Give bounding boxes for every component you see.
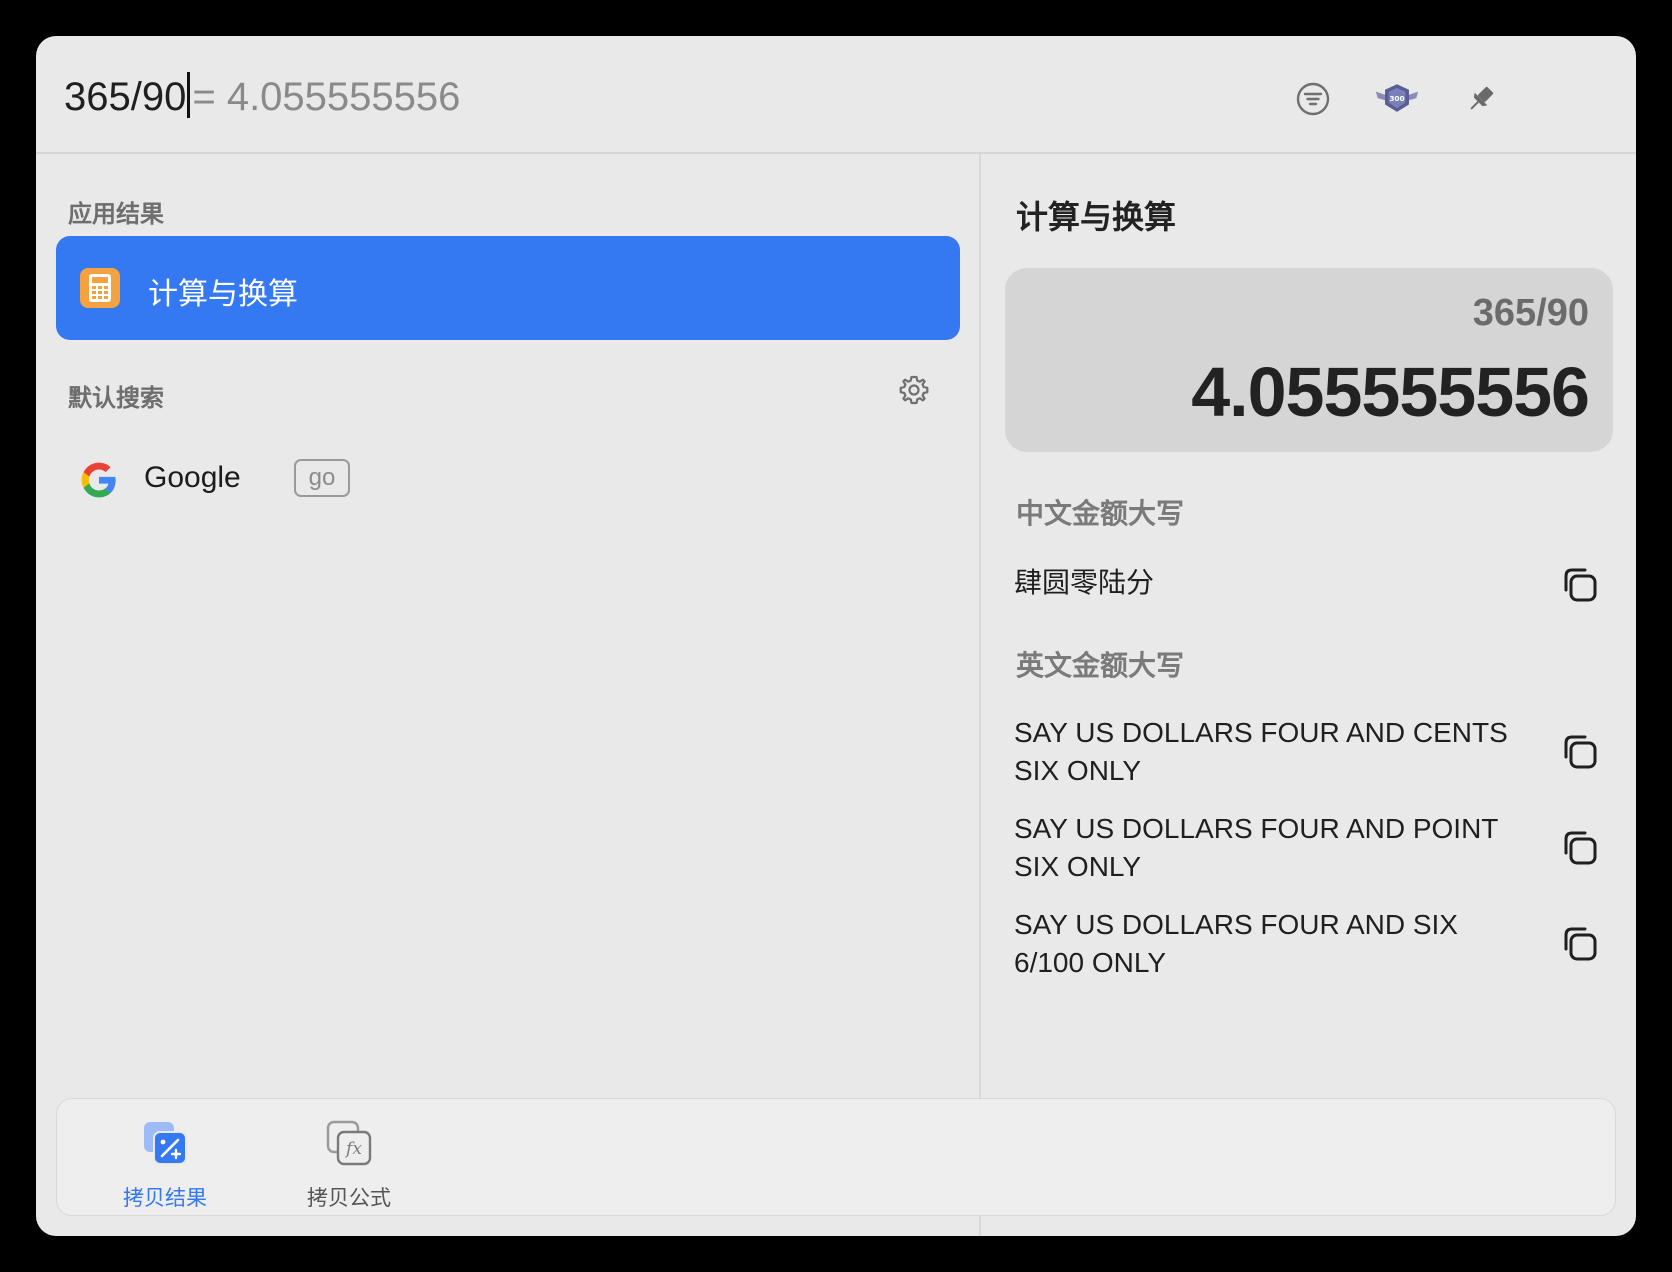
search-bar[interactable]: 365/90 = 4.055555556 300 <box>36 36 1636 154</box>
copy-formula-label: 拷贝公式 <box>307 1187 391 1210</box>
default-search-google[interactable]: Google go <box>76 451 956 511</box>
cn-amount-value: 肆圆零陆分 <box>1014 567 1155 598</box>
cn-amount-label: 中文金额大写 <box>1016 498 1185 529</box>
pin-icon[interactable] <box>1458 76 1504 122</box>
en-amount-label: 英文金额大写 <box>1016 650 1185 681</box>
en-amount-value-3: SAY US DOLLARS FOUR AND SIX 6/100 ONLY <box>1014 909 1458 978</box>
action-bar: 拷贝结果 fx 拷贝公式 <box>56 1098 1616 1216</box>
google-icon <box>81 462 116 498</box>
pane-divider <box>979 154 981 1236</box>
gear-icon[interactable] <box>898 374 930 406</box>
result-value[interactable]: 4.055555556 <box>1191 352 1590 432</box>
copy-icon[interactable] <box>1560 732 1600 772</box>
300-badge-icon[interactable]: 300 <box>1374 76 1420 122</box>
calculator-icon <box>80 268 120 308</box>
svg-text:300: 300 <box>1389 94 1404 103</box>
text-caret <box>187 72 191 118</box>
inline-result: = 4.055555556 <box>192 75 461 119</box>
app-result-calculator[interactable]: 计算与换算 <box>56 236 960 340</box>
app-result-label: 计算与换算 <box>148 278 298 311</box>
launcher-window: 365/90 = 4.055555556 300 应用结果 计算与换算 默认搜索… <box>36 36 1636 1236</box>
search-query: 365/90 <box>64 75 187 119</box>
result-expression: 365/90 <box>1472 292 1589 334</box>
copy-result-icon <box>144 1122 187 1165</box>
search-input[interactable]: 365/90 = 4.055555556 <box>64 72 460 121</box>
en-amount-value-1: SAY US DOLLARS FOUR AND CENTS SIX ONLY <box>1014 717 1508 786</box>
default-search-label: 默认搜索 <box>68 385 164 412</box>
copy-result-label: 拷贝结果 <box>123 1187 207 1210</box>
result-card: 365/90 4.055555556 <box>1005 268 1613 452</box>
go-shortcut-badge: go <box>294 459 350 497</box>
svg-text:fx: fx <box>344 1139 362 1159</box>
copy-icon[interactable] <box>1560 565 1600 605</box>
en-amount-value-2: SAY US DOLLARS FOUR AND POINT SIX ONLY <box>1014 813 1498 882</box>
app-results-label: 应用结果 <box>68 201 164 228</box>
copy-formula-button[interactable]: fx 拷贝公式 <box>289 1119 409 1212</box>
copy-formula-icon: fx <box>326 1120 372 1166</box>
copy-result-button[interactable]: 拷贝结果 <box>105 1119 225 1212</box>
detail-title: 计算与换算 <box>1016 199 1177 235</box>
filter-list-icon[interactable] <box>1290 76 1336 122</box>
copy-icon[interactable] <box>1560 924 1600 964</box>
google-label: Google <box>144 461 241 494</box>
copy-icon[interactable] <box>1560 828 1600 868</box>
